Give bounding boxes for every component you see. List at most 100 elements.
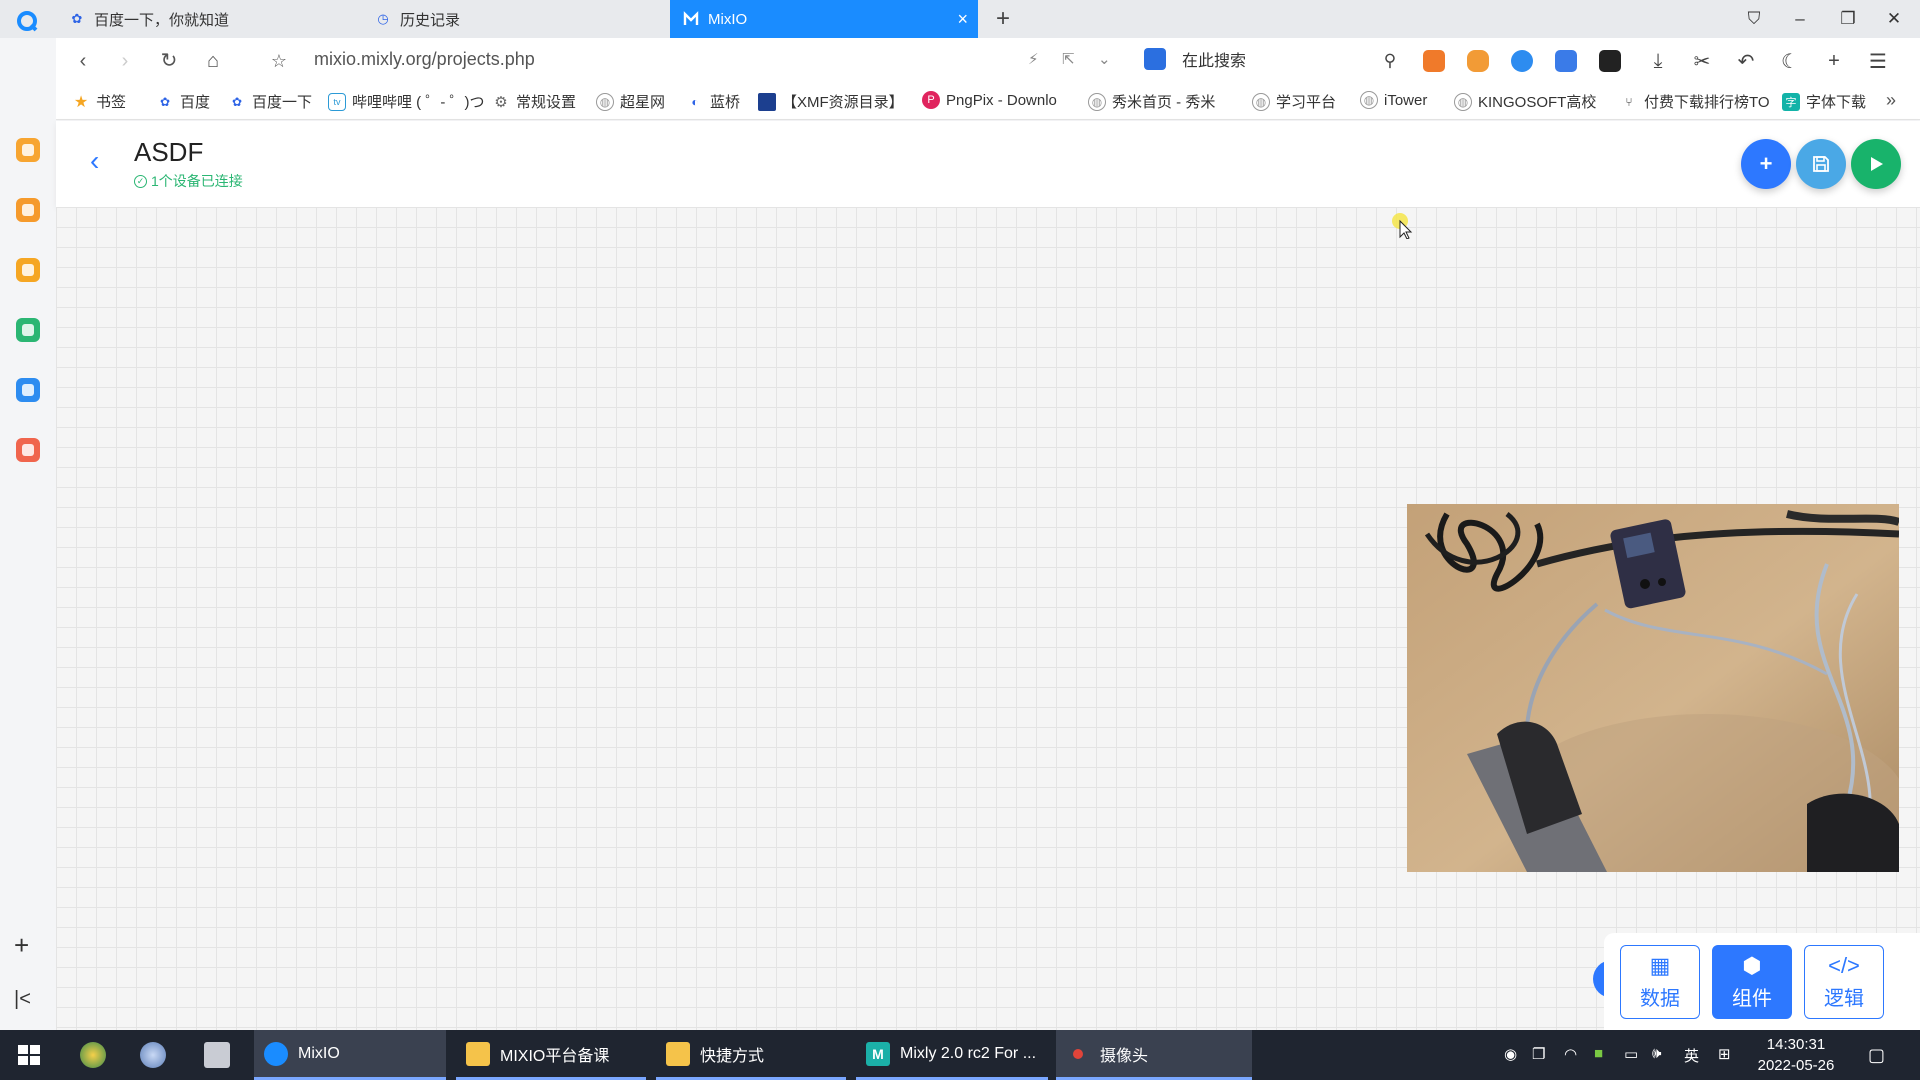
folder-icon	[466, 1041, 490, 1066]
bookmark-item[interactable]: tv 哔哩哔哩 ( ゜- ゜)つ	[328, 91, 485, 112]
calculator-icon[interactable]	[204, 1042, 230, 1068]
restore-button[interactable]: ❐	[1830, 4, 1866, 34]
image-tool-icon[interactable]	[16, 438, 40, 462]
game-icon[interactable]	[1464, 47, 1492, 75]
close-window-button[interactable]: ✕	[1876, 4, 1912, 34]
bookmark-item[interactable]: P PngPix - Downlo	[922, 91, 1057, 109]
cube-icon: ⬢	[1742, 952, 1762, 978]
code-icon: </>	[1828, 952, 1860, 978]
bookmark-item[interactable]: ✿ 百度一下	[228, 91, 312, 112]
bookmark-item[interactable]: ◍ 超星网	[596, 91, 665, 112]
pinned-app-icon[interactable]	[80, 1042, 106, 1068]
undo-icon[interactable]: ↶	[1732, 47, 1760, 75]
bookmark-item[interactable]: ⑂ 付费下载排行榜TO	[1620, 91, 1769, 112]
favorites-icon[interactable]	[16, 138, 40, 162]
bookmark-item[interactable]: ◍ iTower	[1360, 91, 1427, 109]
volume-icon[interactable]: 🕪	[1652, 1045, 1661, 1062]
wechat-icon[interactable]	[16, 318, 40, 342]
font-icon: 字	[1782, 92, 1800, 111]
bookmark-item[interactable]: 【XMF资源目录】	[758, 91, 904, 112]
run-button[interactable]	[1851, 139, 1901, 189]
plus-icon[interactable]: +	[1820, 47, 1848, 75]
forward-icon[interactable]: ›	[110, 46, 140, 76]
browser-tab-mixio[interactable]: MixIO ×	[670, 0, 978, 38]
share-icon: ⑂	[1625, 94, 1633, 109]
gift-icon[interactable]	[16, 378, 40, 402]
windows-start-icon[interactable]	[16, 1042, 42, 1068]
bookmark-item[interactable]: ◍ 秀米首页 - 秀米	[1088, 91, 1215, 112]
keyboard-grid-icon[interactable]: ⊞	[1718, 1045, 1731, 1063]
notes-icon[interactable]	[16, 198, 40, 222]
nvidia-icon[interactable]: ■	[1594, 1045, 1603, 1062]
translate-icon[interactable]	[1420, 47, 1448, 75]
taskbar-app-folder[interactable]: MIXIO平台备课	[456, 1030, 646, 1080]
clock-date: 2022-05-26	[1757, 1057, 1835, 1074]
bookmark-item[interactable]: ⚙ 常规设置	[492, 91, 576, 112]
taskbar-app-shortcuts[interactable]: 快捷方式	[656, 1030, 846, 1080]
bookmark-item[interactable]: ◍ KINGOSOFT高校	[1454, 91, 1596, 112]
browser-tab-baidu[interactable]: ✿ 百度一下，你就知道	[56, 0, 362, 38]
bookmark-item[interactable]: ★ 书签	[72, 91, 126, 112]
night-mode-icon[interactable]: ☾	[1776, 47, 1804, 75]
tab-logic[interactable]: </> 逻辑	[1804, 945, 1884, 1019]
tab-data[interactable]: ▦ 数据	[1620, 945, 1700, 1019]
chevron-down-icon[interactable]: ⌄	[1098, 50, 1111, 68]
project-canvas[interactable]: › ▦ 数据 ⬢ 组件 </> 逻辑	[56, 207, 1920, 1030]
notification-icon[interactable]: ▢	[1868, 1045, 1885, 1066]
search-app-icon[interactable]	[16, 258, 40, 282]
download-icon[interactable]: ⤓	[1644, 47, 1672, 75]
bookmark-item[interactable]: ◐ 蓝桥	[686, 91, 740, 112]
bookmark-item[interactable]: 字字体下载	[1782, 91, 1866, 112]
sidebar-collapse-icon[interactable]: |<	[14, 988, 31, 1011]
browser-tab-history[interactable]: ◷ 历史记录	[362, 0, 670, 38]
taskbar-app-mixio[interactable]: MixIO	[254, 1030, 446, 1080]
back-icon[interactable]: ‹	[68, 46, 98, 76]
ime-indicator[interactable]: 英	[1684, 1045, 1699, 1066]
new-tab-button[interactable]: +	[988, 4, 1018, 34]
battery-icon[interactable]: ▭	[1624, 1045, 1638, 1063]
share-icon[interactable]: ⇱	[1062, 50, 1075, 68]
close-tab-icon[interactable]: ×	[957, 9, 968, 30]
bookmark-label: 超星网	[620, 94, 666, 111]
taskbar-app-mixly[interactable]: M Mixly 2.0 rc2 For ...	[856, 1030, 1048, 1080]
language-icon[interactable]	[1552, 47, 1580, 75]
infinity-icon[interactable]	[1508, 47, 1536, 75]
more-bookmarks-icon[interactable]: »	[1886, 90, 1896, 111]
menu-icon[interactable]: ☰	[1864, 47, 1892, 75]
home-icon[interactable]: ⌂	[198, 46, 228, 76]
save-button[interactable]	[1796, 139, 1846, 189]
tab-components[interactable]: ⬢ 组件	[1712, 945, 1792, 1019]
taskbar-app-camera[interactable]: 摄像头	[1056, 1030, 1252, 1080]
extension-icon[interactable]	[1596, 47, 1624, 75]
search-box[interactable]: 在此搜索	[1144, 47, 1246, 71]
lightning-icon[interactable]: ⚡	[1028, 50, 1039, 68]
reload-icon[interactable]: ↻	[154, 46, 184, 76]
mixly-icon: M	[866, 1041, 890, 1066]
taskbar-app-label: 摄像头	[1100, 1047, 1149, 1065]
add-button[interactable]: +	[1741, 139, 1791, 189]
address-bar[interactable]: mixio.mixly.org/projects.php	[314, 49, 535, 70]
wifi-icon[interactable]: ◠	[1564, 1045, 1577, 1063]
tray-app-icon[interactable]: ◉	[1504, 1045, 1517, 1063]
browser-logo-icon[interactable]	[12, 8, 42, 34]
search-icon[interactable]: ⚲	[1376, 47, 1404, 75]
globe-icon: ◍	[596, 92, 614, 111]
bookmark-item[interactable]: ◍ 学习平台	[1252, 91, 1336, 112]
back-chevron-icon[interactable]: ‹	[90, 145, 99, 177]
bookmark-item[interactable]: ✿ 百度	[156, 91, 210, 112]
bookmark-star-icon[interactable]: ☆	[264, 46, 294, 76]
task-view-icon[interactable]: ❐	[1532, 1045, 1545, 1063]
minimize-button[interactable]: –	[1782, 4, 1818, 34]
sidebar-add-icon[interactable]: +	[14, 930, 29, 961]
scissors-icon[interactable]: ✂	[1688, 47, 1716, 75]
system-clock[interactable]: 14:30:31 2022-05-26	[1752, 1034, 1840, 1076]
save-icon	[1813, 156, 1829, 172]
baidu-icon: ✿	[159, 94, 171, 109]
bookmark-label: 【XMF资源目录】	[782, 94, 904, 111]
skin-icon[interactable]: ⛉	[1736, 4, 1772, 34]
pinned-app-icon[interactable]	[140, 1042, 166, 1068]
search-engine-icon[interactable]	[1144, 48, 1166, 70]
camera-feed[interactable]	[1407, 504, 1899, 872]
windows-taskbar: MixIO MIXIO平台备课 快捷方式 M Mixly 2.0 rc2 For…	[0, 1030, 1920, 1080]
check-circle-icon: ✓	[134, 174, 147, 188]
